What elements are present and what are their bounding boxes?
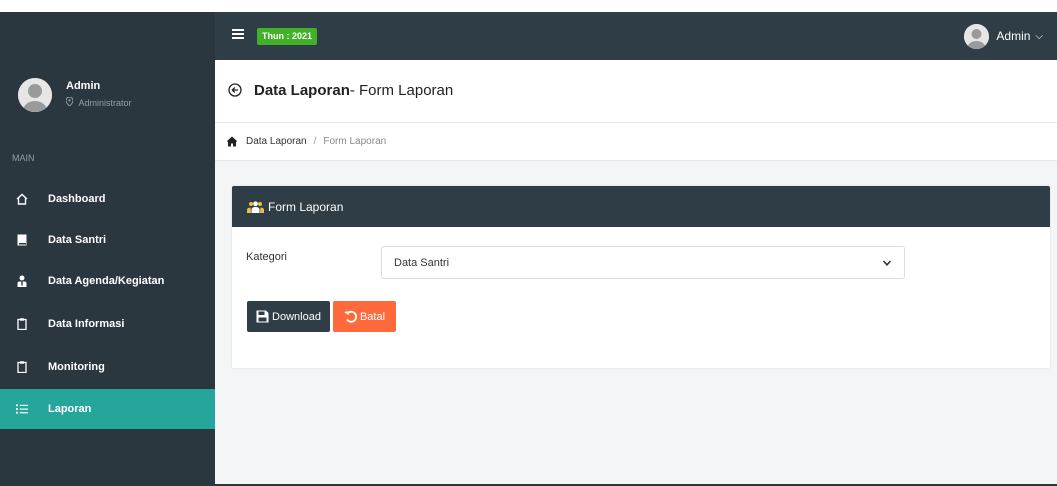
profile-name: Admin bbox=[66, 80, 101, 92]
save-icon bbox=[256, 310, 269, 323]
undo-icon bbox=[344, 310, 357, 323]
hamburger-menu-icon[interactable] bbox=[232, 27, 246, 43]
kategori-label: Kategori bbox=[246, 251, 287, 263]
profile-role: Administrator bbox=[65, 96, 132, 108]
sidebar-item-dashboard[interactable]: Dashboard bbox=[0, 179, 215, 219]
sidebar-item-monitoring[interactable]: Monitoring bbox=[0, 347, 215, 387]
sidebar-section-label: MAIN bbox=[12, 153, 35, 163]
users-icon bbox=[247, 200, 264, 213]
chevron-down-icon: ⌵ bbox=[1035, 30, 1043, 42]
batal-button[interactable]: Batal bbox=[333, 301, 396, 332]
user-tie-icon bbox=[16, 275, 28, 287]
sidebar-profile: Admin Administrator bbox=[0, 60, 215, 126]
batal-button-label: Batal bbox=[359, 310, 386, 323]
home-icon bbox=[226, 136, 238, 148]
sidebar-item-laporan[interactable]: Laporan bbox=[0, 389, 215, 429]
sidebar-item-label: Laporan bbox=[48, 403, 92, 415]
sidebar-item-label: Data Agenda/Kegiatan bbox=[48, 275, 165, 287]
breadcrumb-current: Form Laporan bbox=[323, 136, 387, 147]
clipboard-icon bbox=[16, 361, 28, 373]
year-badge: Thun : 2021 bbox=[257, 28, 318, 45]
sidebar-item-data-informasi[interactable]: Data Informasi bbox=[0, 304, 215, 344]
profile-role-label: Administrator bbox=[78, 98, 132, 108]
book-icon bbox=[16, 234, 28, 246]
home-icon bbox=[16, 193, 28, 205]
main-content: Data Laporan- Form Laporan Data Laporan … bbox=[215, 60, 1057, 486]
sidebar-item-label: Data Santri bbox=[48, 234, 107, 246]
clipboard-icon bbox=[16, 318, 28, 330]
top-strip bbox=[0, 0, 1057, 12]
avatar bbox=[964, 23, 990, 49]
sidebar-item-data-agenda[interactable]: Data Agenda/Kegiatan bbox=[0, 261, 215, 301]
card-title: Form Laporan bbox=[268, 199, 344, 214]
sidebar: Admin Administrator MAIN Dashboard Data … bbox=[0, 60, 215, 486]
page-title-main: Data Laporan bbox=[254, 82, 350, 99]
kategori-select-value: Data Santri bbox=[394, 256, 450, 269]
map-pin-icon bbox=[65, 96, 76, 108]
page-header: Data Laporan- Form Laporan bbox=[215, 60, 1057, 123]
brand-area bbox=[0, 12, 215, 60]
form-card: Form Laporan Kategori Data Santri Downlo… bbox=[232, 186, 1050, 368]
sidebar-item-label: Dashboard bbox=[48, 193, 106, 205]
kategori-select[interactable]: Data Santri bbox=[381, 246, 905, 279]
list-icon bbox=[16, 403, 28, 415]
download-button-label: Download bbox=[272, 310, 321, 323]
user-name: Admin bbox=[996, 29, 1031, 43]
card-header: Form Laporan bbox=[232, 186, 1050, 227]
download-button[interactable]: Download bbox=[247, 301, 330, 332]
page-title-sub: - Form Laporan bbox=[349, 82, 454, 99]
top-navbar: Thun : 2021 Admin ⌵ bbox=[0, 12, 1057, 60]
breadcrumb-link-data-laporan[interactable]: Data Laporan bbox=[246, 136, 307, 147]
page-title: Data Laporan- Form Laporan bbox=[254, 82, 453, 99]
sidebar-item-label: Data Informasi bbox=[48, 318, 125, 330]
breadcrumb: Data Laporan / Form Laporan bbox=[215, 123, 1057, 161]
sidebar-item-label: Monitoring bbox=[48, 361, 105, 373]
sidebar-item-data-santri[interactable]: Data Santri bbox=[0, 220, 215, 260]
breadcrumb-separator: / bbox=[313, 136, 317, 147]
back-arrow-icon[interactable] bbox=[228, 83, 242, 97]
chevron-down-icon bbox=[882, 257, 892, 267]
user-menu[interactable]: Admin ⌵ bbox=[964, 22, 1043, 50]
avatar bbox=[18, 78, 52, 112]
